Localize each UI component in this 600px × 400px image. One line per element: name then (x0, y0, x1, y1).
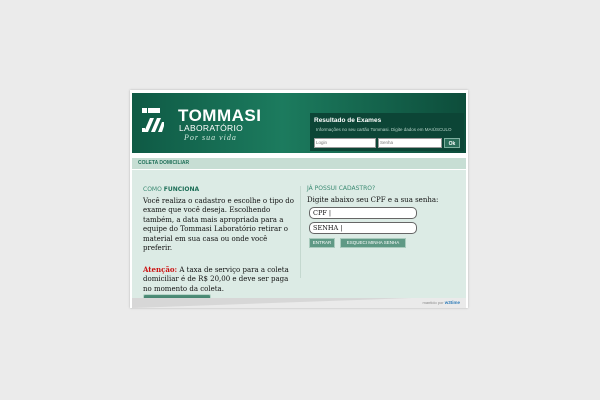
site-header: TOMMASI LABORATÓRIO Por sua vida Resulta… (132, 93, 466, 153)
section-label: COLETA DOMICILIAR (138, 160, 190, 166)
column-divider (300, 186, 301, 278)
footer-made-by: mantido por (422, 300, 444, 305)
cpf-input[interactable]: CPF | (309, 207, 417, 219)
exam-login-input[interactable]: Login (314, 138, 376, 148)
footer-brand-link[interactable]: w3time (445, 300, 460, 305)
how-it-works-title: COMO FUNCIONA (143, 186, 199, 193)
brand-subtitle: LABORATÓRIO (179, 123, 244, 133)
exam-results-info: Informações no seu cartão Tommasi. Digit… (316, 127, 452, 132)
exam-results-panel: Resultado de Exames Informações no seu c… (310, 113, 464, 151)
exam-results-title: Resultado de Exames (314, 117, 382, 124)
forgot-password-button[interactable]: ESQUECI MINHA SENHA (340, 238, 406, 248)
exam-ok-button[interactable]: Ok (444, 138, 460, 148)
main-card: TOMMASI LABORATÓRIO Por sua vida Resulta… (130, 90, 468, 308)
exam-password-input[interactable]: Senha (378, 138, 442, 148)
how-title-prefix: COMO (143, 186, 164, 193)
login-prompt: Digite abaixo seu CPF e a sua senha: (307, 196, 439, 204)
brand-slogan: Por sua vida (184, 133, 237, 142)
brand-name: TOMMASI (178, 106, 262, 125)
footer: mantido por w3time (132, 298, 466, 308)
footer-credit: mantido por w3time (422, 300, 460, 306)
password-input[interactable]: SENHA | (309, 222, 417, 234)
fee-notice: Atenção: A taxa de serviço para a coleta… (143, 265, 298, 294)
home-collection-content: COMO FUNCIONA Você realiza o cadastro e … (132, 170, 466, 307)
attention-label: Atenção: (143, 265, 178, 274)
already-registered-title: JÁ POSSUI CADASTRO? (307, 185, 376, 192)
footer-fold-shape (132, 298, 412, 308)
how-title-bold: FUNCIONA (163, 186, 200, 193)
enter-button[interactable]: ENTRAR (309, 238, 335, 248)
how-it-works-text: Você realiza o cadastro e escolhe o tipo… (143, 197, 294, 253)
section-bar: COLETA DOMICILIAR (132, 158, 466, 169)
tommasi-logo-icon (142, 108, 164, 132)
